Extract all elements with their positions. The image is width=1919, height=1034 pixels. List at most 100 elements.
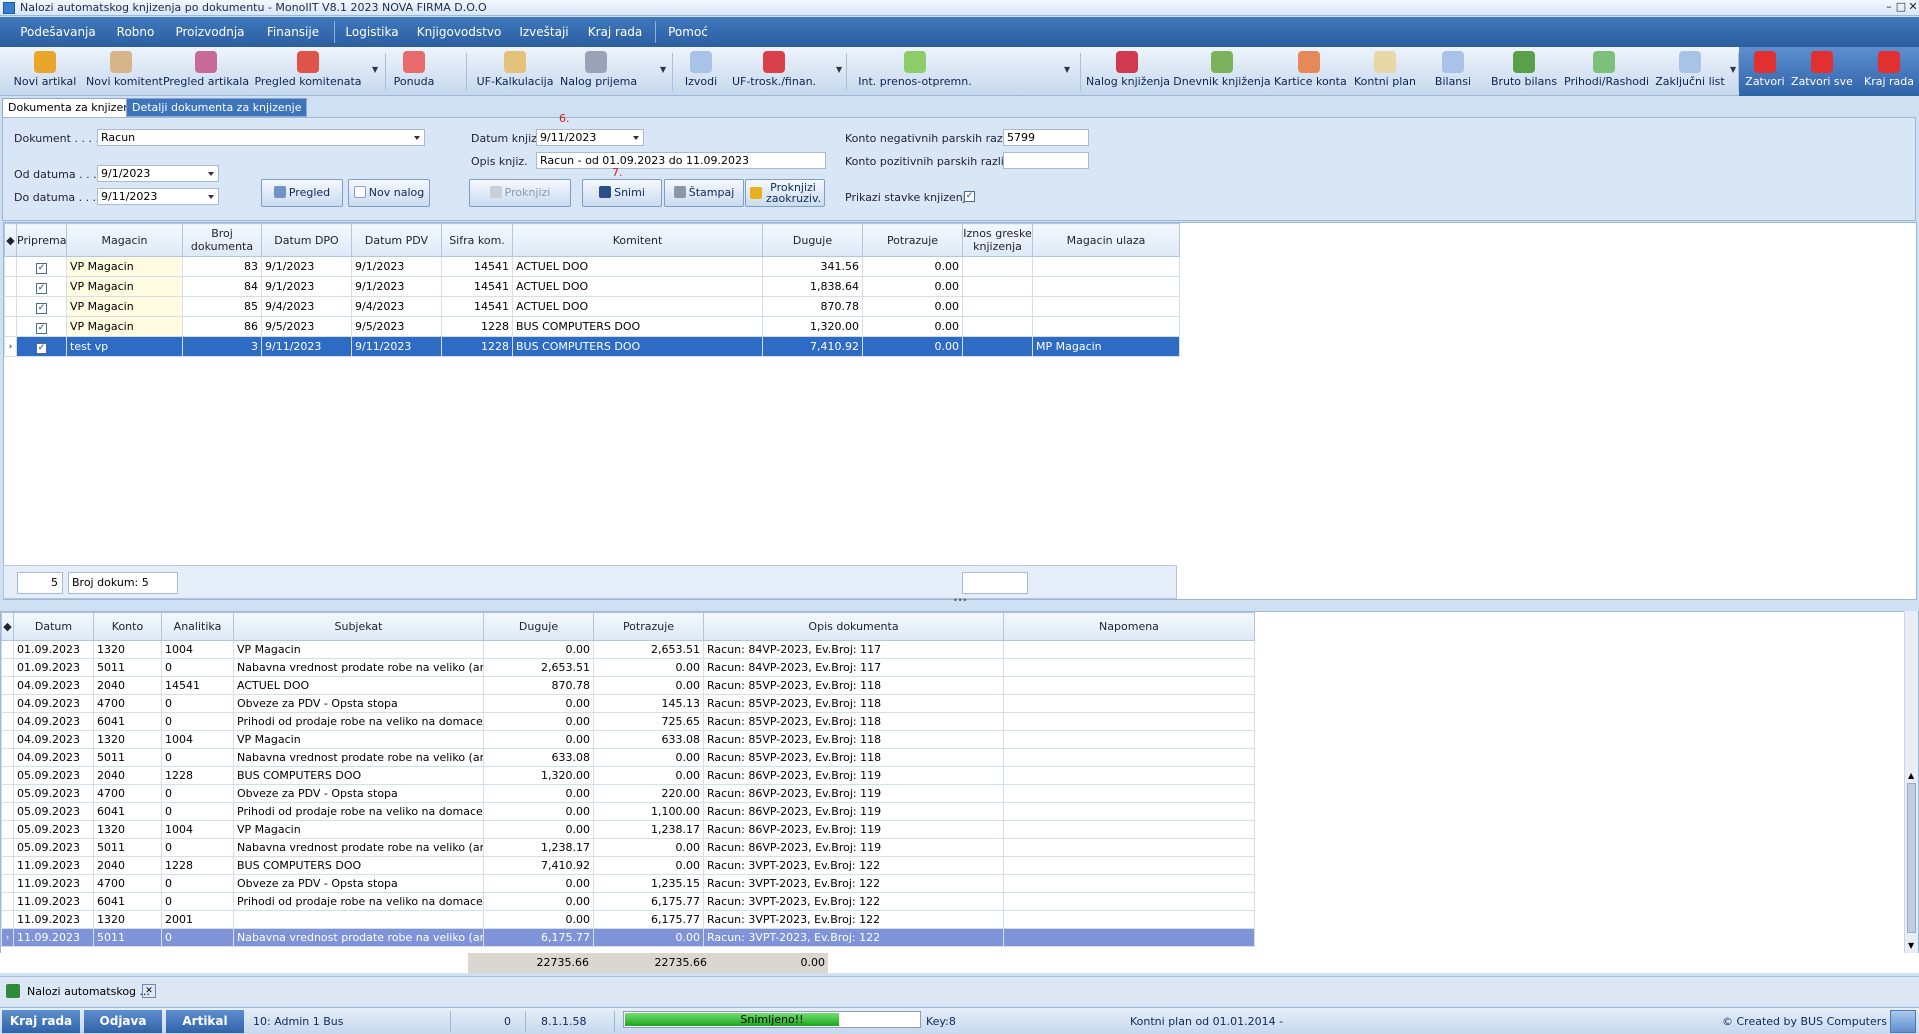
menu-podesavanja[interactable]: Podešavanja	[14, 17, 102, 47]
cell-opis-dokumenta[interactable]: Racun: 86VP-2023, Ev.Broj: 119	[703, 820, 1004, 839]
window-tab-label[interactable]: Nalozi automatskog ...	[27, 985, 150, 998]
tab-dokumenta-za-knjizenje[interactable]: Dokumenta za knjizenje	[2, 98, 147, 117]
cell-broj-dokumenta[interactable]: 86	[182, 316, 262, 337]
cell-datum[interactable]: 05.09.2023	[13, 820, 94, 839]
toolbar-statements-button[interactable]: Izvodi	[676, 49, 726, 94]
cell-datum[interactable]: 05.09.2023	[13, 838, 94, 857]
cell-datum-dpo[interactable]: 9/5/2023	[261, 316, 352, 337]
proknjizi-button[interactable]: Proknjizi	[469, 179, 571, 207]
cell-priprema[interactable]: ✓	[16, 256, 67, 277]
cell-subjekat[interactable]: Obveze za PDV - Opsta stopa	[233, 694, 484, 713]
header-iznos-greske[interactable]: Iznos greske knjizenja	[962, 223, 1033, 257]
header-priprema[interactable]: Priprema	[16, 223, 67, 257]
toolbar-journal-button[interactable]: Dnevnik knjiženja	[1172, 49, 1272, 94]
toolbar-new-partner-button[interactable]: Novi komitent	[86, 49, 163, 94]
cell-opis-dokumenta[interactable]: Racun: 86VP-2023, Ev.Broj: 119	[703, 766, 1004, 785]
cell-subjekat[interactable]: VP Magacin	[233, 730, 484, 749]
cell-potrazuje[interactable]: 220.00	[593, 784, 704, 803]
cell-opis-dokumenta[interactable]: Racun: 3VPT-2023, Ev.Broj: 122	[703, 910, 1004, 929]
table-row[interactable]: 04.09.2023 2040 14541 ACTUEL DOO 870.78 0.00 R…	[1, 676, 1255, 695]
cell-iznos-greske[interactable]	[962, 256, 1033, 277]
toolbar-partners-button[interactable]: Pregled komitenata	[254, 49, 362, 94]
cell-potrazuje[interactable]: 145.13	[593, 694, 704, 713]
table-row[interactable]: 05.09.2023 6041 0 Prihodi od prodaje robe n…	[1, 802, 1255, 821]
cell-potrazuje[interactable]: 0.00	[593, 766, 704, 785]
toolbar-costs-button[interactable]: UF-trosk./finan.	[728, 49, 820, 94]
cell-sifra-kom[interactable]: 14541	[441, 276, 513, 297]
artikal-button[interactable]: Artikal	[166, 1010, 244, 1033]
cell-konto[interactable]: 4700	[93, 874, 162, 893]
menu-logistika[interactable]: Logistika	[342, 17, 402, 47]
cell-magacin-ulaza[interactable]: MP Magacin	[1032, 336, 1180, 357]
cell-magacin-ulaza[interactable]	[1032, 316, 1180, 337]
pregled-button[interactable]: Pregled	[261, 179, 343, 207]
cell-napomena[interactable]	[1003, 748, 1255, 767]
cell-napomena[interactable]	[1003, 856, 1255, 875]
cell-komitent[interactable]: BUS COMPUTERS DOO	[512, 316, 763, 337]
cell-datum-pdv[interactable]: 9/4/2023	[351, 296, 442, 317]
header-potrazuje[interactable]: Potrazuje	[862, 223, 963, 257]
cell-analitika[interactable]: 0	[161, 658, 234, 677]
cell-magacin[interactable]: VP Magacin	[66, 296, 183, 317]
konto-pozitivnih-field[interactable]	[1003, 152, 1089, 169]
cell-sifra-kom[interactable]: 14541	[441, 256, 513, 277]
row-indicator[interactable]	[1, 838, 14, 857]
cell-napomena[interactable]	[1003, 802, 1255, 821]
cell-napomena[interactable]	[1003, 640, 1255, 659]
cell-potrazuje[interactable]: 0.00	[593, 676, 704, 695]
toolbar-articles-button[interactable]: Pregled artikala	[162, 49, 250, 94]
cell-subjekat[interactable]: ACTUEL DOO	[233, 676, 484, 695]
cell-duguje[interactable]: 1,320.00	[483, 766, 594, 785]
cell-priprema[interactable]: ✓	[16, 336, 67, 357]
proknjizi-zaokruziv-button[interactable]: Proknjizi zaokruziv.	[745, 179, 825, 207]
row-indicator[interactable]	[1, 658, 14, 677]
cell-datum-pdv[interactable]: 9/1/2023	[351, 256, 442, 277]
cell-subjekat[interactable]: Nabavna vrednost prodate robe na veliko …	[233, 838, 484, 857]
cell-priprema[interactable]: ✓	[16, 276, 67, 297]
row-indicator[interactable]	[1, 856, 14, 875]
header-komitent[interactable]: Komitent	[512, 223, 763, 257]
cell-konto[interactable]: 6041	[93, 892, 162, 911]
header-opis-dokumenta[interactable]: Opis dokumenta	[703, 612, 1004, 641]
cell-duguje[interactable]: 0.00	[483, 802, 594, 821]
row-indicator[interactable]	[1, 730, 14, 749]
cell-datum[interactable]: 05.09.2023	[13, 766, 94, 785]
menu-pomoc[interactable]: Pomoć	[664, 17, 712, 47]
cell-duguje[interactable]: 0.00	[483, 640, 594, 659]
header-sifra-kom[interactable]: Sifra kom.	[441, 223, 513, 257]
cell-datum-dpo[interactable]: 9/11/2023	[261, 336, 352, 357]
cell-priprema[interactable]: ✓	[16, 296, 67, 317]
cell-konto[interactable]: 6041	[93, 712, 162, 731]
cell-analitika[interactable]: 14541	[161, 676, 234, 695]
toolbar-account-cards-button[interactable]: Kartice konta	[1274, 49, 1347, 94]
cell-konto[interactable]: 5011	[93, 748, 162, 767]
cell-duguje[interactable]: 0.00	[483, 694, 594, 713]
cell-magacin[interactable]: VP Magacin	[66, 256, 183, 277]
table-row[interactable]: ✓ VP Magacin 84 9/1/2023 9/1/2023 14541 ACTUEL…	[4, 276, 1180, 297]
cell-subjekat[interactable]: Prihodi od prodaje robe na veliko na dom…	[233, 802, 484, 821]
dokument-select[interactable]: Racun	[97, 129, 425, 146]
table-row[interactable]: 05.09.2023 2040 1228 BUS COMPUTERS DOO 1,320…	[1, 766, 1255, 785]
table-row[interactable]: ✓ VP Magacin 83 9/1/2023 9/1/2023 14541 ACTUEL…	[4, 256, 1180, 277]
cell-konto[interactable]: 1320	[93, 640, 162, 659]
cell-sifra-kom[interactable]: 14541	[441, 296, 513, 317]
cell-napomena[interactable]	[1003, 676, 1255, 695]
toolbar-power-button[interactable]: Kraj rada	[1860, 49, 1918, 94]
cell-duguje[interactable]: 0.00	[483, 784, 594, 803]
table-row[interactable]: 04.09.2023 6041 0 Prihodi od prodaje robe n…	[1, 712, 1255, 731]
menu-robno[interactable]: Robno	[108, 17, 163, 47]
cell-potrazuje[interactable]: 633.08	[593, 730, 704, 749]
table-row[interactable]: 01.09.2023 1320 1004 VP Magacin 0.00 2,653.51…	[1, 640, 1255, 659]
cell-datum[interactable]: 11.09.2023	[13, 928, 94, 947]
table-row[interactable]: ✓ VP Magacin 86 9/5/2023 9/5/2023 1228 BUS COM…	[4, 316, 1180, 337]
cell-duguje[interactable]: 633.08	[483, 748, 594, 767]
cell-duguje[interactable]: 0.00	[483, 820, 594, 839]
row-indicator[interactable]: ›	[4, 336, 17, 357]
cell-komitent[interactable]: ACTUEL DOO	[512, 276, 763, 297]
cell-subjekat[interactable]: Obveze za PDV - Opsta stopa	[233, 784, 484, 803]
cell-datum[interactable]: 01.09.2023	[13, 658, 94, 677]
priprema-checkbox[interactable]: ✓	[36, 302, 47, 314]
table-row[interactable]: 04.09.2023 1320 1004 VP Magacin 0.00 633.08 Ra…	[1, 730, 1255, 749]
cell-magacin[interactable]: test vp	[66, 336, 183, 357]
cell-datum[interactable]: 04.09.2023	[13, 712, 94, 731]
